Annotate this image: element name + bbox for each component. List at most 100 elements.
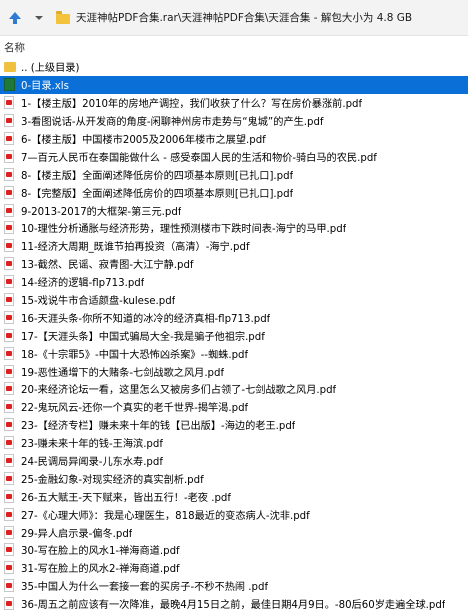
file-name: 24-民调局异闻录-儿东水寿.pdf: [21, 457, 163, 469]
file-name: 36-周五之前应该有一次降准，最晚4月15日之前，最佳日期4月9日。-80后60…: [21, 600, 446, 612]
file-name: 23-赚未来十年的钱-王海滨.pdf: [21, 439, 163, 451]
file-name: 22-鬼玩风云-还你一个真实的老千世界-揭竿渴.pdf: [21, 403, 249, 415]
column-header-name[interactable]: 名称: [0, 40, 468, 56]
file-name: 10-理性分析通胀与经济形势，理性预测楼市下跌时间表-海宁的马甲.pdf: [21, 224, 347, 236]
file-row[interactable]: 0-目录.xls: [0, 75, 468, 94]
file-row[interactable]: 35-中国人为什么一套接一套的买房子-不秒不热闹 .pdf: [0, 577, 468, 595]
pdf-file-icon: [4, 114, 16, 128]
pdf-file-icon: [4, 418, 16, 432]
pdf-file-icon: [4, 310, 16, 324]
file-name: 7—百元人民币在泰国能做什么 - 感受泰国人民的生活和物价-骑白马的农民.pdf: [21, 152, 377, 164]
file-row[interactable]: 7—百元人民币在泰国能做什么 - 感受泰国人民的生活和物价-骑白马的农民.pdf: [0, 147, 468, 165]
toolbar: 天涯神帖PDF合集.rar\天涯神帖PDF合集\天涯合集 - 解包大小为 4.8…: [0, 0, 468, 36]
file-name: 6-【楼主版】中国楼市2005及2006年楼市之展望.pdf: [21, 135, 266, 146]
pdf-file-icon: [4, 132, 16, 145]
file-name: 8-【完整版】全面阐述降低房价的四项基本原则[已扎口].pdf: [21, 188, 294, 200]
pdf-file-icon: [4, 221, 16, 235]
pdf-file-icon: [4, 257, 16, 271]
file-row[interactable]: 1-【楼主版】2010年的房地产调控，我们收获了什么？写在房价暴涨前.pdf: [0, 94, 468, 112]
file-row[interactable]: 20-来经济论坛一看，这里怎么又被房多们占领了-七剑战歌之风月.pdf: [0, 380, 468, 398]
file-name: 27-《心理大师》：我是心理医生，818最近的变态病人-沈非.pdf: [21, 510, 310, 522]
file-name: 35-中国人为什么一套接一套的买房子-不秒不热闹 .pdf: [21, 582, 269, 594]
file-name: 3-看图说话-从开发商的角度-闲聊神州房市走势与“鬼城”的产生.pdf: [21, 117, 324, 129]
file-row[interactable]: 23-赚未来十年的钱-王海滨.pdf: [0, 434, 468, 452]
pdf-file-icon: [4, 185, 16, 199]
pdf-file-icon: [4, 489, 16, 503]
file-row[interactable]: 31-写在脸上的风水2-禅海商道.pdf: [0, 559, 468, 577]
file-row[interactable]: 19-恶性通增下的大赌条-七剑战歌之风月.pdf: [0, 362, 468, 380]
file-row[interactable]: 8-【楼主版】全面阐述降低房价的四项基本原则[已扎口].pdf: [0, 165, 468, 183]
file-name: 0-目录.xls: [21, 81, 69, 93]
file-row[interactable]: 26-五大赋王-天下赋来，皆出五行！-老夜 .pdf: [0, 487, 468, 505]
file-name: .. (上级目录): [21, 63, 80, 75]
up-arrow-icon: [9, 11, 21, 24]
file-list: .. (上级目录) 0-目录.xls 1-【楼主版】2010年的房地产调控，我们收获…: [0, 58, 468, 613]
pdf-file-icon: [4, 364, 16, 378]
file-name: 18-《十宗罪5》-中国十大恐怖凶杀案》--蜘蛛.pdf: [21, 349, 249, 361]
pdf-file-icon: [4, 149, 16, 163]
pdf-file-icon: [4, 239, 16, 253]
file-row[interactable]: 8-【完整版】全面阐述降低房价的四项基本原则[已扎口].pdf: [0, 183, 468, 201]
pdf-file-icon: [4, 328, 16, 342]
pdf-file-icon: [4, 507, 16, 521]
file-row[interactable]: 27-《心理大师》：我是心理医生，818最近的变态病人-沈非.pdf: [0, 505, 468, 523]
file-row[interactable]: 9-2013-2017的大框架-第三元.pdf: [0, 201, 468, 219]
file-name: 1-【楼主版】2010年的房地产调控，我们收获了什么？写在房价暴涨前.pdf: [21, 99, 363, 111]
file-row[interactable]: 22-鬼玩风云-还你一个真实的老千世界-揭竿渴.pdf: [0, 398, 468, 416]
file-name: 20-来经济论坛一看，这里怎么又被房多们占领了-七剑战歌之风月.pdf: [21, 385, 337, 397]
file-name: 17-【天涯头条】中国式骗局大全-我是骗子他祖宗.pdf: [21, 331, 265, 343]
path-display[interactable]: 天涯神帖PDF合集.rar\天涯神帖PDF合集\天涯合集 - 解包大小为 4.8…: [76, 10, 412, 25]
file-row[interactable]: 13-截然、民谣、寂青图-大江宁静.pdf: [0, 255, 468, 273]
pdf-file-icon: [4, 382, 16, 396]
file-name: 8-【楼主版】全面阐述降低房价的四项基本原则[已扎口].pdf: [21, 170, 294, 182]
file-row[interactable]: 29-异人启示录-偏冬.pdf: [0, 523, 468, 541]
file-row[interactable]: 23-【经济专栏】赚未来十年的钱【已出版】-海边的老王.pdf: [0, 416, 468, 434]
file-name: 25-金融幻象-对现实经济的真实剖析.pdf: [21, 474, 204, 486]
file-name: 13-截然、民谣、寂青图-大江宁静.pdf: [21, 260, 194, 272]
pdf-file-icon: [4, 471, 16, 485]
pdf-file-icon: [4, 203, 16, 217]
pdf-file-icon: [4, 597, 16, 611]
file-row[interactable]: 24-民调局异闻录-儿东水寿.pdf: [0, 452, 468, 470]
file-name: 29-异人启示录-偏冬.pdf: [21, 528, 133, 540]
file-name: 26-五大赋王-天下赋来，皆出五行！-老夜 .pdf: [21, 492, 231, 504]
folder-icon: [56, 10, 70, 24]
xls-file-icon: [4, 78, 16, 92]
pdf-file-icon: [4, 561, 16, 575]
up-folder-icon: [4, 60, 16, 73]
file-row[interactable]: 15-戏说牛市合适颜盘-kulese.pdf: [0, 291, 468, 309]
file-name: 23-【经济专栏】赚未来十年的钱【已出版】-海边的老王.pdf: [21, 421, 296, 433]
file-row[interactable]: 17-【天涯头条】中国式骗局大全-我是骗子他祖宗.pdf: [0, 326, 468, 344]
file-row[interactable]: 16-天涯头条-你所不知道的冰冷的经济真相-flp713.pdf: [0, 308, 468, 326]
file-row[interactable]: .. (上级目录): [0, 58, 468, 76]
file-name: 14-经济的逻辑-flp713.pdf: [21, 278, 145, 290]
file-name: 30-写在脸上的风水1-禅海商道.pdf: [21, 546, 180, 558]
pdf-file-icon: [4, 96, 16, 110]
pdf-file-icon: [4, 579, 16, 593]
pdf-file-icon: [4, 275, 16, 289]
file-name: 31-写在脸上的风水2-禅海商道.pdf: [21, 564, 180, 576]
file-name: 15-戏说牛市合适颜盘-kulese.pdf: [21, 296, 176, 308]
pdf-file-icon: [4, 454, 16, 468]
pdf-file-icon: [4, 543, 16, 557]
file-row[interactable]: 11-经济大周期_既谁节拍再投资（高清）-海宁.pdf: [0, 237, 468, 255]
pdf-file-icon: [4, 400, 16, 414]
file-name: 16-天涯头条-你所不知道的冰冷的经济真相-flp713.pdf: [21, 313, 271, 325]
toolbar-dropdown-button[interactable]: [30, 9, 48, 27]
file-row[interactable]: 3-看图说话-从开发商的角度-闲聊神州房市走势与“鬼城”的产生.pdf: [0, 112, 468, 130]
file-name: 9-2013-2017的大框架-第三元.pdf: [21, 206, 182, 218]
file-row[interactable]: 18-《十宗罪5》-中国十大恐怖凶杀案》--蜘蛛.pdf: [0, 344, 468, 362]
file-row[interactable]: 6-【楼主版】中国楼市2005及2006年楼市之展望.pdf: [0, 130, 468, 148]
file-name: 11-经济大周期_既谁节拍再投资（高清）-海宁.pdf: [21, 242, 250, 254]
pdf-file-icon: [4, 346, 16, 360]
file-row[interactable]: 25-金融幻象-对现实经济的真实剖析.pdf: [0, 469, 468, 487]
up-arrow-button[interactable]: [6, 9, 24, 27]
file-row[interactable]: 30-写在脸上的风水1-禅海商道.pdf: [0, 541, 468, 559]
pdf-file-icon: [4, 293, 16, 307]
file-row[interactable]: 14-经济的逻辑-flp713.pdf: [0, 273, 468, 291]
pdf-file-icon: [4, 525, 16, 539]
file-name: 19-恶性通增下的大赌条-七剑战歌之风月.pdf: [21, 367, 225, 379]
file-row[interactable]: 36-周五之前应该有一次降准，最晚4月15日之前，最佳日期4月9日。-80后60…: [0, 595, 468, 613]
file-row[interactable]: 10-理性分析通胀与经济形势，理性预测楼市下跌时间表-海宁的马甲.pdf: [0, 219, 468, 237]
chevron-down-icon: [35, 15, 43, 20]
